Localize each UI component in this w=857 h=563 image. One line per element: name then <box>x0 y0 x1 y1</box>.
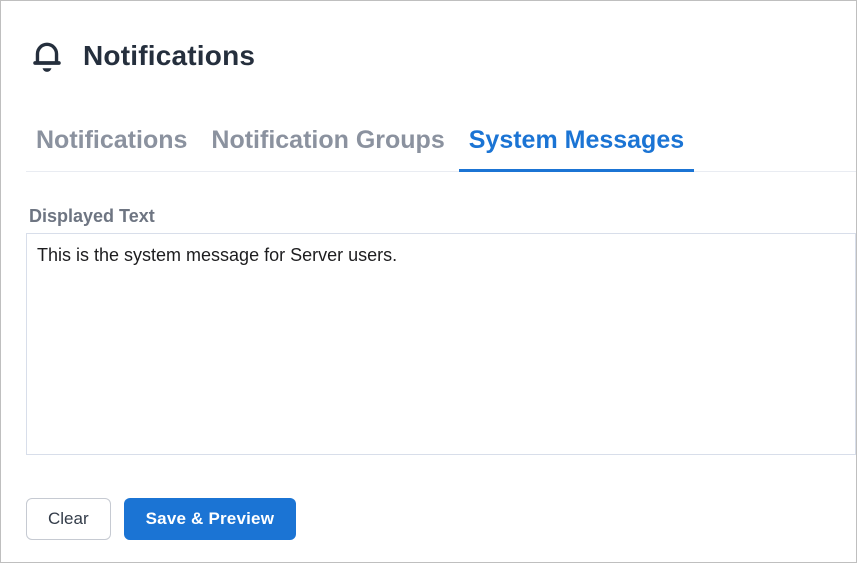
tab-notification-groups[interactable]: Notification Groups <box>201 113 454 172</box>
bell-icon <box>29 37 65 75</box>
tab-notifications[interactable]: Notifications <box>26 113 197 172</box>
tab-system-messages[interactable]: System Messages <box>458 113 695 172</box>
displayed-text-label: Displayed Text <box>29 206 155 226</box>
tab-bar: Notifications Notification Groups System… <box>26 113 856 172</box>
button-row: Clear Save & Preview <box>26 498 856 540</box>
displayed-text-input[interactable]: This is the system message for Server us… <box>26 233 856 455</box>
page-title: Notifications <box>83 40 256 71</box>
notifications-panel: Notifications Notifications Notification… <box>0 0 857 563</box>
page-header: Notifications <box>29 37 856 75</box>
save-preview-button[interactable]: Save & Preview <box>123 498 297 540</box>
clear-button[interactable]: Clear <box>26 498 111 540</box>
